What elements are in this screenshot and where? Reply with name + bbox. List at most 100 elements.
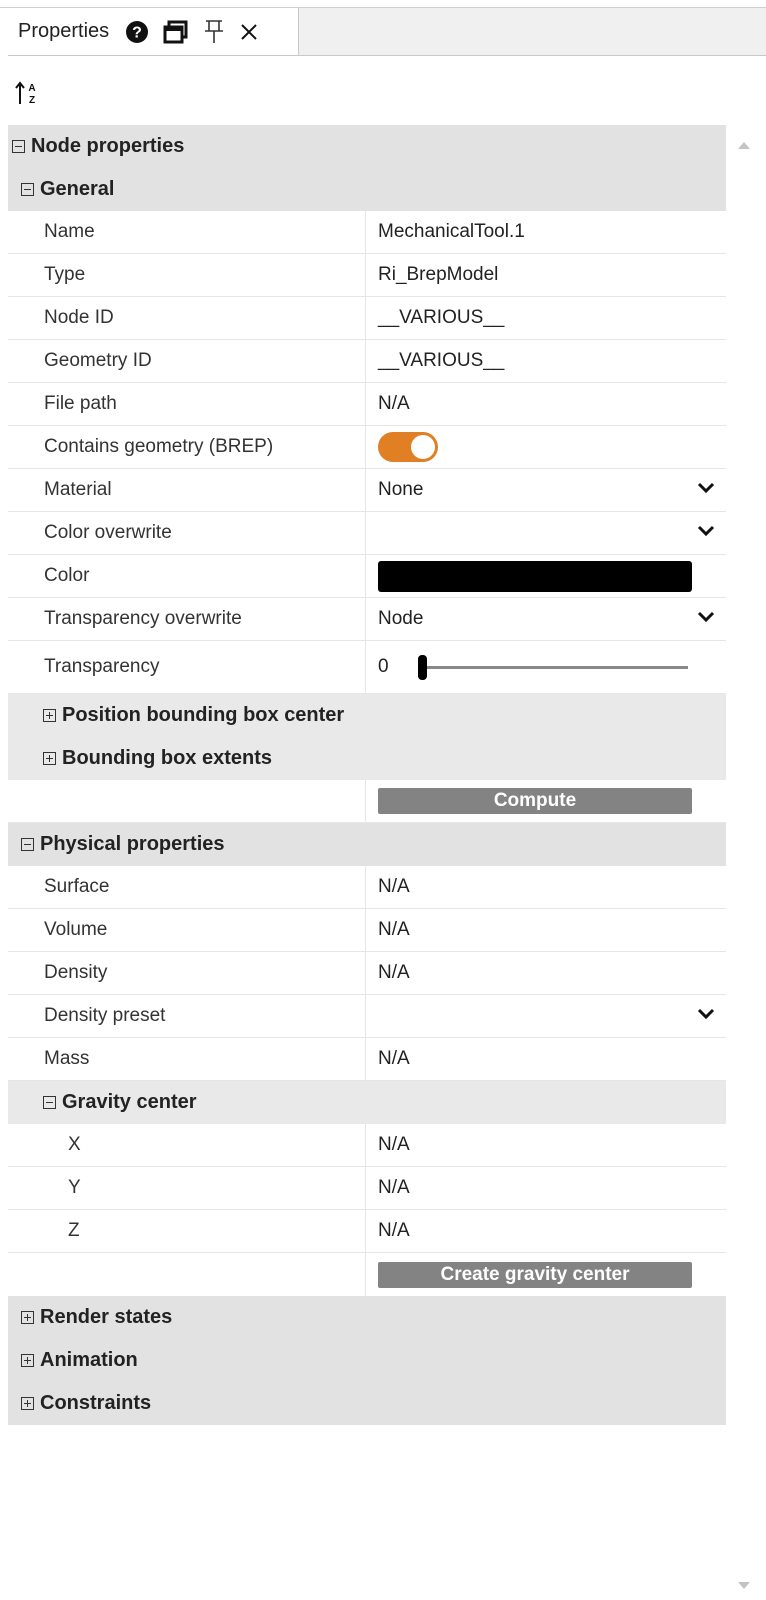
- property-label: Transparency: [8, 641, 366, 693]
- property-row-create-gravity-center: Create gravity center: [8, 1253, 726, 1296]
- svg-text:A: A: [28, 83, 35, 94]
- expand-icon[interactable]: [21, 1354, 34, 1367]
- property-row-name: Name MechanicalTool.1: [8, 211, 726, 254]
- group-render-states[interactable]: Render states: [8, 1296, 726, 1339]
- geometry-id-value: __VARIOUS__: [378, 350, 505, 371]
- chevron-down-icon[interactable]: [696, 608, 716, 630]
- material-value: None: [378, 479, 424, 500]
- float-window-icon[interactable]: [163, 17, 189, 47]
- material-dropdown[interactable]: None: [366, 469, 726, 511]
- group-node-properties[interactable]: Node properties: [8, 125, 726, 168]
- group-label: General: [40, 178, 115, 200]
- group-general[interactable]: General: [8, 168, 726, 211]
- property-label: Z: [8, 1210, 366, 1252]
- name-value[interactable]: MechanicalTool.1: [366, 211, 726, 253]
- expand-icon[interactable]: [21, 1311, 34, 1324]
- property-row-compute: Compute: [8, 780, 726, 823]
- property-row-volume: Volume N/A: [8, 909, 726, 952]
- property-label: Density: [8, 952, 366, 994]
- group-constraints[interactable]: Constraints: [8, 1382, 726, 1425]
- contains-geometry-toggle[interactable]: [378, 432, 438, 462]
- group-label: Bounding box extents: [62, 747, 272, 769]
- svg-text:?: ?: [132, 24, 142, 41]
- slider-thumb[interactable]: [418, 654, 427, 680]
- chevron-down-icon[interactable]: [696, 479, 716, 501]
- property-row-z: Z N/A: [8, 1210, 726, 1253]
- slider-track[interactable]: [418, 654, 688, 680]
- type-value: Ri_BrepModel: [378, 264, 499, 285]
- property-label: Mass: [8, 1038, 366, 1080]
- group-label: Animation: [40, 1349, 138, 1371]
- close-icon[interactable]: [239, 17, 259, 47]
- group-label: Render states: [40, 1306, 173, 1328]
- property-label: Contains geometry (BREP): [8, 426, 366, 468]
- transparency-slider[interactable]: 0: [378, 654, 688, 680]
- property-label: Type: [8, 254, 366, 296]
- property-row-density-preset: Density preset: [8, 995, 726, 1038]
- property-row-color: Color: [8, 555, 726, 598]
- group-bounding-box-extents[interactable]: Bounding box extents: [8, 737, 726, 780]
- property-row-surface: Surface N/A: [8, 866, 726, 909]
- color-swatch[interactable]: [378, 560, 692, 592]
- property-label: Surface: [8, 866, 366, 908]
- collapse-icon[interactable]: [43, 1096, 56, 1109]
- scroll-down-arrow-icon[interactable]: [737, 1578, 751, 1596]
- property-row-contains-geometry: Contains geometry (BREP): [8, 426, 726, 469]
- node-id-value: __VARIOUS__: [378, 307, 505, 328]
- transparency-value: 0: [378, 656, 389, 677]
- sort-az-button[interactable]: A Z: [14, 80, 54, 110]
- pin-icon[interactable]: [203, 17, 225, 47]
- mass-value: N/A: [378, 1048, 410, 1069]
- help-icon[interactable]: ?: [125, 17, 149, 47]
- property-label: X: [8, 1124, 366, 1166]
- group-label: Physical properties: [40, 833, 225, 855]
- property-label: Name: [8, 211, 366, 253]
- chevron-down-icon[interactable]: [696, 1005, 716, 1027]
- group-gravity-center[interactable]: Gravity center: [8, 1081, 726, 1124]
- density-preset-dropdown[interactable]: [366, 995, 726, 1037]
- group-physical-properties[interactable]: Physical properties: [8, 823, 726, 866]
- volume-value: N/A: [378, 919, 410, 940]
- property-row-type: Type Ri_BrepModel: [8, 254, 726, 297]
- compute-button[interactable]: Compute: [378, 788, 692, 814]
- property-row-color-overwrite: Color overwrite: [8, 512, 726, 555]
- transparency-overwrite-dropdown[interactable]: Node: [366, 598, 726, 640]
- create-gravity-center-button[interactable]: Create gravity center: [378, 1261, 692, 1288]
- z-value: N/A: [378, 1220, 410, 1241]
- property-row-geometry-id: Geometry ID __VARIOUS__: [8, 340, 726, 383]
- color-overwrite-dropdown[interactable]: [366, 512, 726, 554]
- property-label: Y: [8, 1167, 366, 1209]
- expand-icon[interactable]: [43, 709, 56, 722]
- property-label: Material: [8, 469, 366, 511]
- collapse-icon[interactable]: [21, 183, 34, 196]
- svg-text:Z: Z: [29, 95, 35, 106]
- collapse-icon[interactable]: [12, 140, 25, 153]
- tab-properties[interactable]: Properties ?: [8, 8, 299, 55]
- tab-title: Properties: [18, 20, 110, 42]
- scroll-up-arrow-icon[interactable]: [737, 137, 751, 155]
- surface-value: N/A: [378, 876, 410, 897]
- property-label: Transparency overwrite: [8, 598, 366, 640]
- x-value: N/A: [378, 1134, 410, 1155]
- vertical-scrollbar[interactable]: [730, 125, 758, 1600]
- y-value: N/A: [378, 1177, 410, 1198]
- expand-icon[interactable]: [21, 1397, 34, 1410]
- chevron-down-icon[interactable]: [696, 522, 716, 544]
- property-row-y: Y N/A: [8, 1167, 726, 1210]
- collapse-icon[interactable]: [21, 838, 34, 851]
- property-label: Density preset: [8, 995, 366, 1037]
- group-position-bounding-box-center[interactable]: Position bounding box center: [8, 694, 726, 737]
- group-animation[interactable]: Animation: [8, 1339, 726, 1382]
- density-value[interactable]: N/A: [366, 952, 726, 994]
- property-label: File path: [8, 383, 366, 425]
- property-label: Node ID: [8, 297, 366, 339]
- property-label: Color: [8, 555, 366, 597]
- sort-az-icon: A Z: [14, 80, 42, 111]
- property-label: Volume: [8, 909, 366, 951]
- group-label: Constraints: [40, 1392, 152, 1414]
- panel-tab-bar: Properties ?: [8, 8, 766, 56]
- property-row-material: Material None: [8, 469, 726, 512]
- property-row-transparency: Transparency 0: [8, 641, 726, 694]
- expand-icon[interactable]: [43, 752, 56, 765]
- file-path-value: N/A: [378, 393, 410, 414]
